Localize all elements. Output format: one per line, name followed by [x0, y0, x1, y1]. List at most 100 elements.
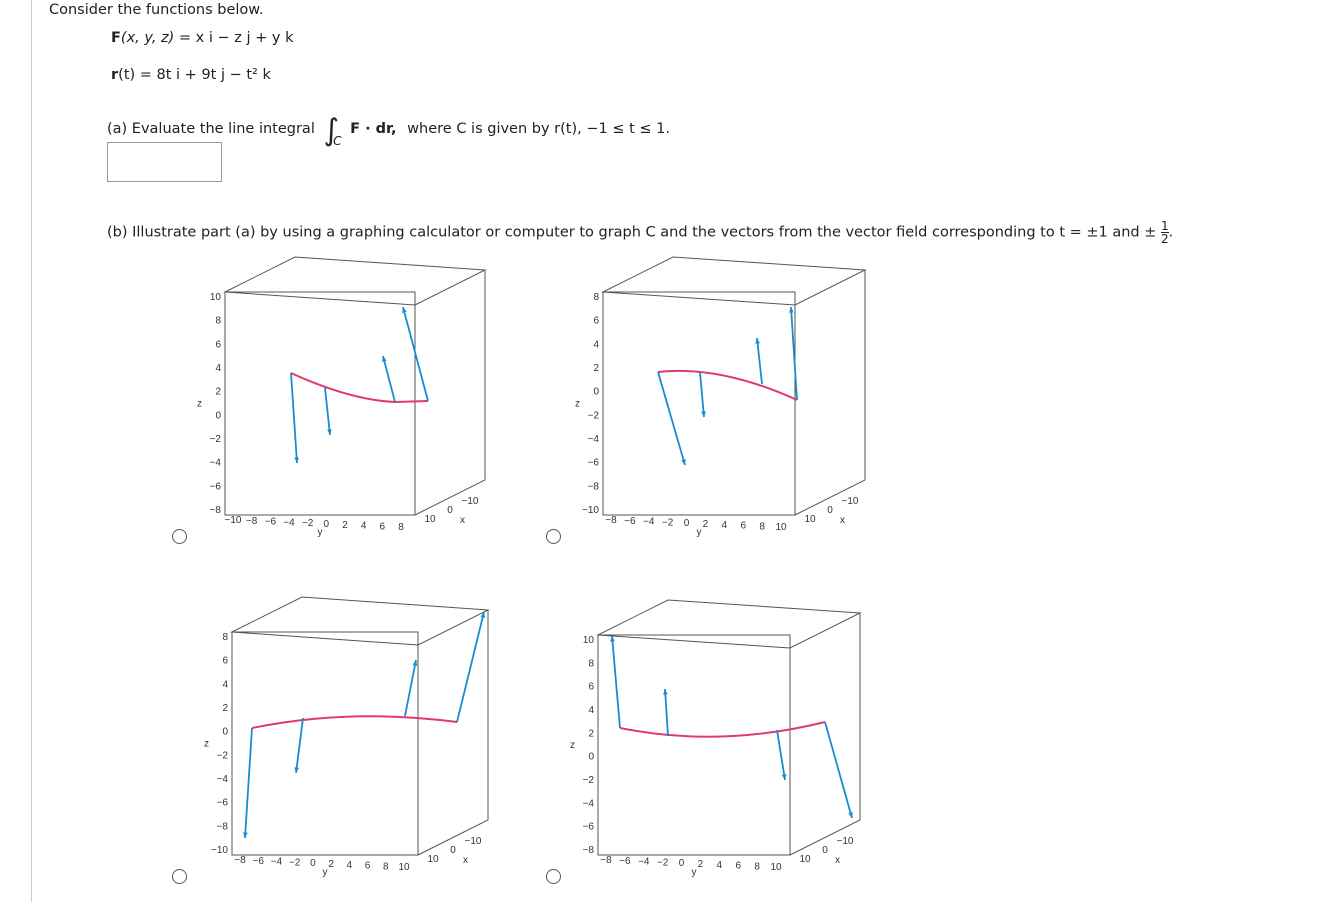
- y-tick-label: 4: [347, 860, 353, 871]
- vector-arrow: [664, 688, 669, 737]
- y-axis-label: y: [323, 867, 328, 878]
- z-tick-label: 4: [222, 679, 228, 690]
- vector-arrow: [324, 387, 331, 436]
- box-front-face: [231, 631, 419, 856]
- arrowhead-icon: [789, 307, 794, 313]
- z-tick-label: 0: [593, 387, 599, 398]
- curve-C: [290, 372, 429, 404]
- y-tick-label: −8: [600, 855, 612, 866]
- z-tick-label: −2: [210, 434, 222, 445]
- y-tick-label: 0: [310, 858, 316, 869]
- vector-arrow: [244, 727, 253, 839]
- z-tick-label: −8: [210, 505, 222, 516]
- y-tick-label: 4: [722, 520, 728, 531]
- arrowhead-icon: [294, 457, 299, 463]
- plot-1: 1086420−2−4−6−8z−10 −8 −6 −4 −2 0 2 4 6 8y100−10x: [197, 256, 487, 538]
- z-tick-label: 8: [222, 632, 228, 643]
- box-back-edges: [223, 256, 487, 516]
- vector-arrow: [290, 372, 298, 464]
- z-tick-label: 8: [593, 292, 599, 303]
- arrowhead-icon: [243, 832, 248, 838]
- z-axis-label: z: [575, 399, 580, 410]
- z-tick-label: 4: [593, 339, 599, 350]
- z-tick-label: −4: [217, 774, 229, 785]
- y-tick-label: −4: [271, 857, 283, 868]
- z-tick-label: 10: [583, 635, 595, 646]
- z-tick-label: −10: [582, 505, 599, 516]
- x-tick-label: 10: [427, 854, 439, 865]
- x-tick-label: 10: [804, 514, 816, 525]
- vector-arrow: [790, 306, 798, 401]
- curve-C: [619, 721, 826, 738]
- z-tick-label: 8: [215, 316, 221, 327]
- y-tick-label: 8: [759, 521, 765, 532]
- x-axis-label: x: [460, 515, 465, 526]
- x-tick-label: −10: [842, 496, 859, 507]
- z-tick-label: −4: [210, 458, 222, 469]
- x-tick-label: 10: [424, 514, 436, 525]
- vector-arrow: [404, 659, 417, 717]
- y-tick-label: 8: [398, 522, 404, 533]
- vector-arrow: [611, 635, 621, 729]
- y-tick-label: 0: [679, 858, 685, 869]
- y-tick-label: 4: [361, 521, 367, 532]
- box-front-face: [597, 634, 791, 856]
- z-tick-label: 8: [588, 658, 594, 669]
- x-tick-label: 10: [799, 854, 811, 865]
- vector-arrow: [456, 611, 485, 723]
- z-axis-label: z: [197, 399, 202, 410]
- x-tick-label: 0: [827, 505, 833, 516]
- z-tick-label: −6: [583, 822, 595, 833]
- y-tick-label: 2: [703, 519, 709, 530]
- z-tick-label: −6: [588, 458, 600, 469]
- y-tick-label: 6: [365, 861, 371, 872]
- x-tick-label: 0: [450, 845, 456, 856]
- x-tick-label: 0: [447, 505, 453, 516]
- plots-canvas: 10 8 6 4 2 0 −2 −4 −6 −8 z −10 −8 −6 −4 −2 0 2 4 6 8 y 10 0 −10 x…: [197, 256, 867, 878]
- z-axis-label: z: [570, 740, 575, 751]
- vector-arrow: [657, 371, 686, 466]
- x-tick-label: −10: [465, 836, 482, 847]
- z-tick-label: 2: [593, 363, 599, 374]
- y-tick-label: 0: [684, 518, 690, 529]
- z-tick-label: 6: [215, 339, 221, 350]
- z-tick-label: 4: [215, 363, 221, 374]
- y-tick-label: 2: [328, 859, 334, 870]
- z-tick-label: −6: [217, 798, 229, 809]
- z-tick-label: −2: [588, 410, 600, 421]
- y-axis-label: y: [692, 867, 697, 878]
- z-tick-label: −10: [211, 845, 228, 856]
- z-tick-label: 0: [588, 752, 594, 763]
- y-tick-label: 2: [342, 520, 348, 531]
- z-tick-label: 6: [593, 316, 599, 327]
- vector-arrow: [699, 371, 705, 418]
- x-axis-label: x: [463, 855, 468, 866]
- vector-arrow: [756, 337, 763, 385]
- z-tick-label: 0: [215, 410, 221, 421]
- y-tick-label: −6: [265, 517, 277, 528]
- plot-2: 8 6 4 2 0 −2 −4 −6 −8 −10 z −8 −6 −4 −2 0 2 4 6 8 10 y 10 0 −10 x: [575, 256, 867, 538]
- y-tick-label: 6: [380, 521, 386, 532]
- y-tick-label: −6: [619, 856, 631, 867]
- x-tick-label: −10: [837, 836, 854, 847]
- z-tick-label: −6: [210, 481, 222, 492]
- y-tick-label: −6: [624, 516, 636, 527]
- z-tick-label: −8: [588, 481, 600, 492]
- y-tick-label: 8: [383, 861, 389, 872]
- y-tick-label: −2: [662, 517, 674, 528]
- z-tick-label: 0: [222, 727, 228, 738]
- y-tick-label: −2: [289, 857, 301, 868]
- x-tick-label: 0: [822, 845, 828, 856]
- y-tick-label: 2: [698, 859, 704, 870]
- x-axis-label: x: [835, 855, 840, 866]
- box-back-edges: [596, 599, 862, 856]
- y-tick-label: −8: [234, 855, 246, 866]
- y-tick-label: 4: [717, 860, 723, 871]
- z-tick-label: 4: [588, 705, 594, 716]
- y-axis-label: y: [697, 527, 702, 538]
- vector-arrow: [382, 355, 396, 403]
- z-tick-label: 6: [222, 656, 228, 667]
- plot-4: 10 8 6 4 2 0 −2 −4 −6 −8 z −8 −6 −4 −2 0 2 4 6 8 10 y 10 0 −10 x: [570, 599, 862, 878]
- y-axis-label: y: [318, 527, 323, 538]
- y-tick-label: 10: [398, 862, 410, 873]
